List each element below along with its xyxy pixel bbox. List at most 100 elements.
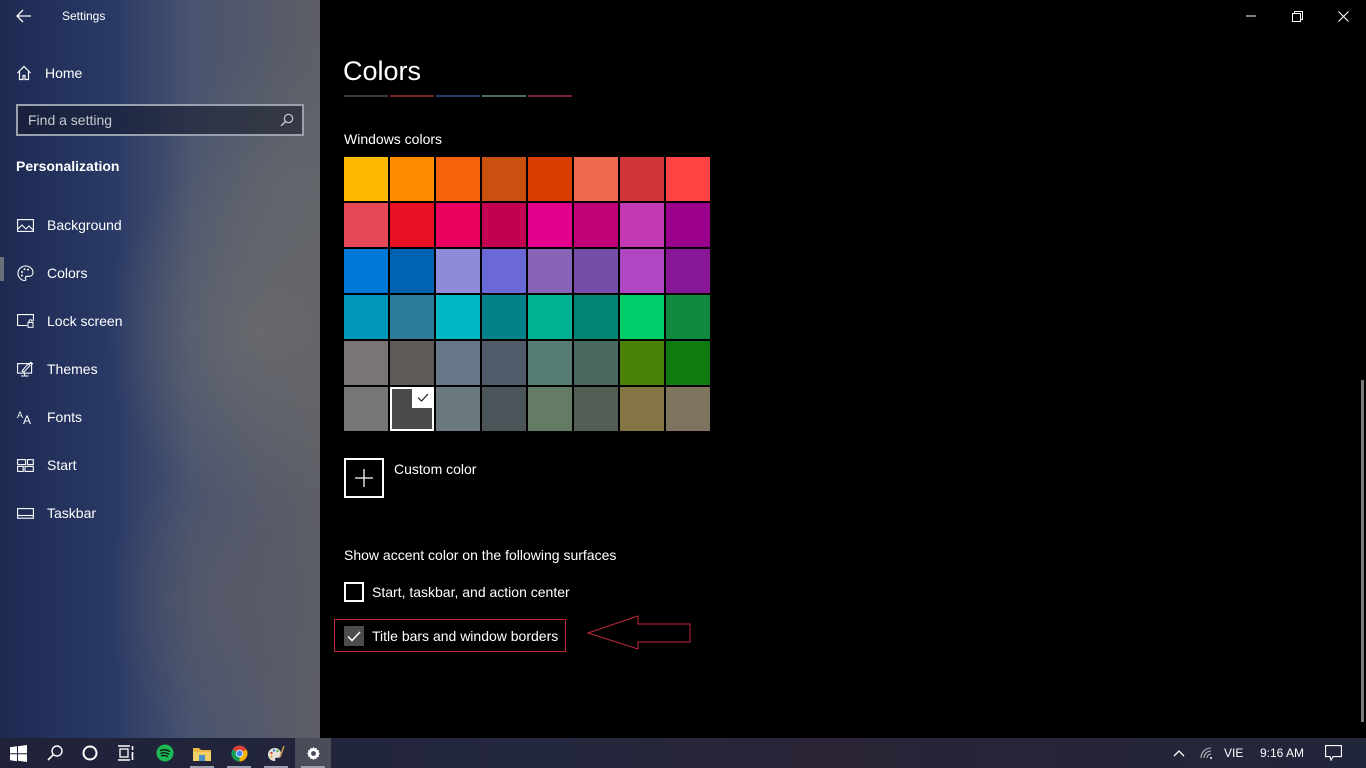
taskbar-search-button[interactable] [37,738,73,768]
color-swatch[interactable] [344,157,388,201]
app-title: Settings [62,9,106,23]
sidebar-home[interactable]: Home [16,60,306,86]
color-swatch[interactable] [666,203,710,247]
taskbar-app-spotify[interactable] [147,738,183,768]
color-swatch[interactable] [436,249,480,293]
start-button[interactable] [0,738,36,768]
color-swatch[interactable] [666,249,710,293]
checkbox[interactable] [344,582,364,602]
section-title: Personalization [16,158,120,174]
color-swatch[interactable] [344,295,388,339]
custom-color-button[interactable]: Custom color [344,458,476,498]
color-swatch[interactable] [620,387,664,431]
color-swatch[interactable] [666,157,710,201]
color-swatch[interactable] [344,387,388,431]
chevron-up-icon [1173,750,1185,757]
color-swatch[interactable] [390,249,434,293]
taskbar-app-paint[interactable] [258,738,294,768]
minimize-icon [1246,15,1256,17]
color-swatch[interactable] [482,157,526,201]
back-button[interactable] [8,2,40,30]
clock[interactable]: 9:16 AM [1260,746,1304,760]
taskbar-app-settings[interactable] [295,738,331,768]
color-swatch[interactable] [574,249,618,293]
color-swatch[interactable] [390,157,434,201]
color-swatch[interactable] [436,203,480,247]
language-indicator[interactable]: VIE [1224,746,1243,760]
sidebar-item-fonts[interactable]: AA Fonts [0,397,320,437]
color-swatch[interactable] [620,295,664,339]
color-swatch[interactable] [666,387,710,431]
sidebar-item-label: Colors [47,265,88,281]
color-swatch[interactable] [574,295,618,339]
taskbar: VIE 9:16 AM [0,738,1366,768]
color-swatch[interactable] [620,341,664,385]
color-swatch[interactable] [344,341,388,385]
sidebar-item-colors[interactable]: Colors [0,253,320,293]
color-swatch[interactable] [574,203,618,247]
color-swatch[interactable] [666,295,710,339]
action-center-button[interactable] [1318,738,1348,768]
color-swatch[interactable] [390,203,434,247]
settings-sidebar: Settings Home Personalization Background… [0,0,320,738]
close-button[interactable] [1320,0,1366,32]
back-arrow-icon [16,9,31,23]
task-view-button[interactable] [108,738,144,768]
color-swatch[interactable] [344,203,388,247]
color-swatch[interactable] [390,341,434,385]
sidebar-item-themes[interactable]: Themes [0,349,320,389]
minimize-button[interactable] [1228,0,1274,32]
color-swatch[interactable] [436,341,480,385]
cortana-button[interactable] [72,738,108,768]
color-swatch[interactable] [574,387,618,431]
show-hidden-icons-button[interactable] [1164,738,1194,768]
palette-icon [16,264,34,281]
sidebar-item-lock-screen[interactable]: Lock screen [0,301,320,341]
sidebar-item-start[interactable]: Start [0,445,320,485]
color-swatch[interactable] [528,249,572,293]
color-swatch[interactable] [390,295,434,339]
color-swatch[interactable] [528,157,572,201]
checkbox-start-taskbar[interactable]: Start, taskbar, and action center [344,582,570,602]
color-swatch[interactable] [344,249,388,293]
color-swatch[interactable] [482,387,526,431]
network-button[interactable] [1194,738,1220,768]
search-box[interactable] [16,104,304,136]
color-swatch[interactable] [620,203,664,247]
accent-strip [344,95,388,97]
taskbar-app-chrome[interactable] [221,738,257,768]
color-swatch[interactable] [620,157,664,201]
task-view-icon [118,745,134,761]
color-swatch[interactable] [528,203,572,247]
taskbar-app-file-explorer[interactable] [184,738,220,768]
color-swatch-selected[interactable] [390,387,434,431]
restore-button[interactable] [1274,0,1320,32]
picture-icon [16,218,34,232]
color-swatch[interactable] [482,341,526,385]
windows-colors-label: Windows colors [344,131,443,147]
sidebar-item-taskbar[interactable]: Taskbar [0,493,320,533]
color-swatch[interactable] [436,157,480,201]
color-swatch[interactable] [482,295,526,339]
custom-color-tile[interactable] [344,458,384,498]
color-swatch[interactable] [436,295,480,339]
color-swatch[interactable] [620,249,664,293]
color-swatch[interactable] [528,387,572,431]
fonts-icon: AA [17,410,31,425]
color-swatch[interactable] [528,295,572,339]
search-icon[interactable] [280,113,294,127]
color-swatch[interactable] [482,249,526,293]
vertical-scrollbar[interactable] [1361,380,1364,722]
color-swatch[interactable] [574,157,618,201]
header-accent-strips [344,95,572,97]
sidebar-item-background[interactable]: Background [0,205,320,245]
color-swatch[interactable] [574,341,618,385]
color-swatch[interactable] [528,341,572,385]
search-input[interactable] [18,112,268,128]
annotation-highlight-box [334,619,566,652]
color-swatch[interactable] [436,387,480,431]
spotify-icon [156,744,174,762]
annotation-arrow-icon [586,615,691,650]
color-swatch[interactable] [666,341,710,385]
color-swatch[interactable] [482,203,526,247]
